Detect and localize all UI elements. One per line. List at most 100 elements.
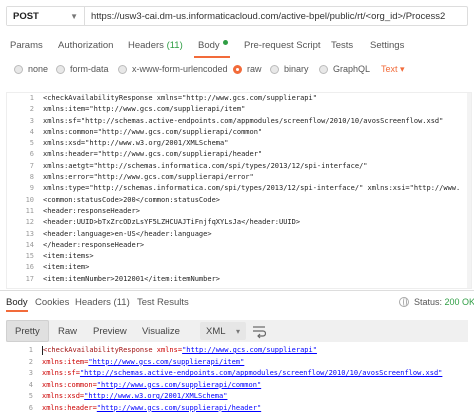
- code-line: xmlns:item="http://www.gcs.com/suppliera…: [43, 105, 246, 114]
- xml-attribute-value-link[interactable]: "http://www.w3.org/2001/XMLSchema": [84, 392, 227, 400]
- xml-attribute: xmlns:sf=: [42, 369, 80, 377]
- radio-label: binary: [284, 64, 309, 74]
- radio-icon: [270, 64, 279, 74]
- code-line: xmlns:sf="http://schemas.active-endpoint…: [42, 368, 472, 380]
- code-line: xmlns:item="http://www.gcs.com/suppliera…: [42, 357, 472, 369]
- radio-x-www-form-urlencoded[interactable]: x-www-form-urlencoded: [118, 64, 228, 74]
- line-number: 15: [25, 252, 34, 261]
- radio-label: form-data: [70, 64, 109, 74]
- line-number: 6: [29, 150, 34, 159]
- body-modified-dot-icon: [222, 40, 228, 45]
- code-line: <common:statusCode>200</common:statusCod…: [43, 195, 221, 204]
- code-line: xmlns:type="http://schemas.informatica.c…: [43, 184, 461, 193]
- xml-attribute-value-link[interactable]: "http://schemas.active-endpoints.com/app…: [80, 369, 442, 377]
- radio-icon: [56, 64, 65, 74]
- request-body-editor[interactable]: 1 2 3 4 5 6 7 8 9 10 11 12 13 14 15 16 17 <checkAvailabi…: [6, 92, 472, 289]
- line-number: 5: [29, 139, 34, 148]
- line-number: 16: [25, 263, 34, 272]
- radio-selected-icon: [233, 64, 242, 74]
- line-number-gutter: 1 2 3 4 5 6 7 8 9 10 11 12 13 14 15 16 17: [7, 93, 37, 288]
- radio-label: x-www-form-urlencoded: [132, 64, 228, 74]
- line-number: 2: [28, 357, 33, 366]
- method-select[interactable]: POST ▼: [7, 7, 85, 25]
- response-tab-test-results[interactable]: Test Results: [137, 297, 189, 308]
- radio-none[interactable]: none: [14, 64, 48, 74]
- view-pretty-button[interactable]: Pretty: [6, 320, 49, 342]
- response-toolbar: Pretty Raw Preview Visualize XML ▾: [6, 320, 468, 342]
- active-tab-indicator: [194, 56, 230, 58]
- tab-pre-request-script[interactable]: Pre-request Script: [244, 40, 321, 51]
- view-visualize-button[interactable]: Visualize: [142, 320, 180, 342]
- request-tabs: Params Authorization Headers (11) Body P…: [0, 40, 474, 56]
- line-number: 9: [29, 184, 34, 193]
- raw-format-select[interactable]: Text ▾: [381, 64, 405, 75]
- response-format-select[interactable]: XML ▾: [200, 322, 246, 340]
- radio-form-data[interactable]: form-data: [56, 64, 109, 74]
- xml-attribute-value-link[interactable]: "http://www.gcs.com/supplierapi/item": [88, 358, 244, 366]
- code-line: xmlns:error="http://www.gcs.com/supplier…: [43, 173, 254, 182]
- code-line: <header:language>en-US</header:language>: [43, 229, 212, 238]
- radio-label: none: [28, 64, 49, 74]
- code-line: xmlns:header="http://www.gcs.com/supplie…: [42, 403, 472, 415]
- xml-attribute-value-link[interactable]: "http://www.gcs.com/supplierapi": [182, 346, 317, 354]
- code-line: </header:responseHeader>: [43, 240, 145, 249]
- code-line: xmlns:header="http://www.gcs.com/supplie…: [43, 150, 263, 159]
- code-line: <checkAvailabilityResponse xmlns="http:/…: [43, 94, 317, 102]
- response-format-label: XML: [206, 325, 226, 337]
- line-number: 3: [29, 116, 34, 125]
- tab-body[interactable]: Body: [198, 40, 228, 51]
- xml-attribute-value-link[interactable]: "http://www.gcs.com/supplierapi/header": [97, 404, 261, 412]
- tab-tests[interactable]: Tests: [331, 40, 353, 51]
- code-line: xmlns:common="http://www.gcs.com/supplie…: [43, 127, 263, 136]
- tab-settings[interactable]: Settings: [370, 40, 404, 51]
- globe-icon[interactable]: [399, 297, 409, 307]
- view-preview-button[interactable]: Preview: [93, 320, 127, 342]
- tab-headers-count: (11): [166, 40, 183, 51]
- code-line: <checkAvailabilityResponse xmlns="http:/…: [42, 345, 472, 357]
- editor-scrollbar[interactable]: [467, 93, 471, 288]
- code-line: xmlns:aetgt="http://schemas.informatica.…: [43, 161, 368, 170]
- radio-raw[interactable]: raw: [233, 64, 262, 74]
- response-body-viewer[interactable]: 1 2 3 4 5 6 <checkAvailabilityResponse xmlns=…: [6, 345, 472, 417]
- wrap-lines-icon[interactable]: [252, 323, 266, 339]
- line-number: 13: [25, 229, 34, 238]
- code-line: <item:itemNumber>2012001</item:itemNumbe…: [43, 274, 221, 283]
- request-url-bar: POST ▼ https://usw3-cai.dm-us.informatic…: [6, 6, 468, 26]
- chevron-down-icon: ▾: [235, 326, 240, 336]
- line-number: 5: [28, 392, 33, 400]
- line-number: 12: [25, 218, 34, 227]
- xml-tag: <checkAvailabilityResponse: [43, 346, 153, 354]
- pane-divider[interactable]: [0, 290, 474, 291]
- tab-params[interactable]: Params: [10, 40, 43, 51]
- line-number: 8: [29, 173, 34, 182]
- line-number: 1: [29, 94, 34, 102]
- radio-binary[interactable]: binary: [270, 64, 309, 74]
- response-tab-headers[interactable]: Headers (11): [75, 297, 130, 308]
- line-number: 1: [28, 346, 33, 354]
- line-number: 7: [29, 161, 34, 170]
- line-number: 11: [25, 206, 34, 215]
- tab-headers[interactable]: Headers (11): [128, 40, 183, 51]
- active-response-tab-indicator: [6, 310, 28, 312]
- xml-attribute: xmlns:item=: [42, 357, 89, 366]
- response-code[interactable]: <checkAvailabilityResponse xmlns="http:/…: [42, 345, 472, 414]
- code-line: xmlns:common="http://www.gcs.com/supplie…: [42, 380, 472, 392]
- view-raw-button[interactable]: Raw: [58, 320, 77, 342]
- xml-attribute: xmlns:xsd=: [42, 392, 85, 400]
- status-value: 200 OK: [444, 297, 474, 307]
- status-label: Status:: [414, 297, 443, 307]
- code-line: <item:items>: [43, 252, 94, 261]
- code-line: <header:UUID>bTxZrcODzLsYF5LZHCUAJTiFnjf…: [43, 218, 301, 227]
- raw-format-label: Text: [381, 64, 398, 74]
- line-number: 14: [25, 240, 34, 249]
- request-code[interactable]: <checkAvailabilityResponse xmlns="http:/…: [43, 93, 471, 285]
- line-number: 10: [25, 195, 34, 204]
- radio-label: GraphQL: [333, 64, 371, 74]
- response-tab-body[interactable]: Body: [6, 297, 28, 308]
- tab-authorization[interactable]: Authorization: [58, 40, 113, 51]
- response-tab-cookies[interactable]: Cookies: [35, 297, 69, 308]
- url-input[interactable]: https://usw3-cai.dm-us.informaticacloud.…: [85, 7, 467, 25]
- radio-label: raw: [247, 64, 262, 74]
- xml-attribute-value-link[interactable]: "http://www.gcs.com/supplierapi/common": [97, 381, 261, 389]
- radio-graphql[interactable]: GraphQL: [319, 64, 370, 74]
